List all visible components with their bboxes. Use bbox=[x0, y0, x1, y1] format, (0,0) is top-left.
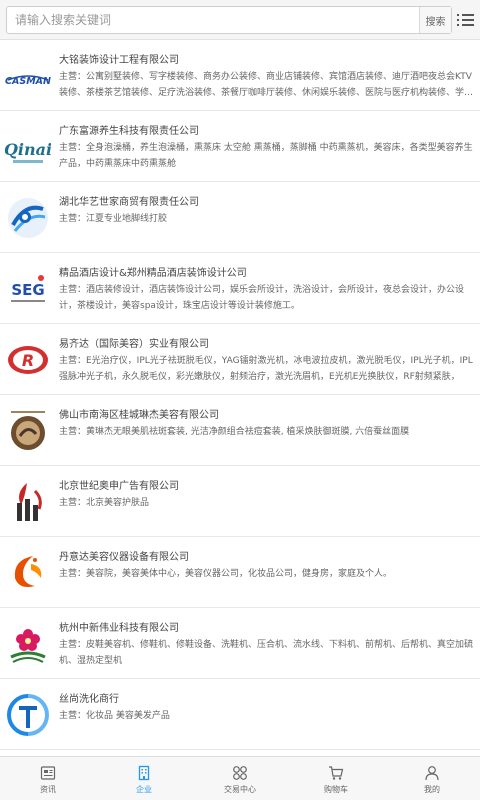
company-name: 北京世纪奥申广告有限公司 bbox=[59, 481, 179, 492]
yiqida-logo: R bbox=[5, 337, 51, 383]
company-item[interactable]: 丝尚洗化商行 主营：化妆品 美容美发产品 bbox=[0, 679, 480, 750]
company-desc: 主营：酒店装修设计，酒店装饰设计公司，娱乐会所设计，洗浴设计，会所设计，夜总会设… bbox=[59, 285, 465, 311]
company-desc: 主营：美容院，美容美体中心，美容仪器公司，化妆品公司，健身房，家庭及个人。 bbox=[59, 569, 393, 579]
menu-icon[interactable] bbox=[456, 10, 476, 30]
company-desc: 主营：皮鞋美容机、修鞋机、修鞋设备、洗鞋机、压合机、流水线、下料机、前帮机、后帮… bbox=[59, 640, 473, 666]
company-name: 精品酒店设计&郑州精品酒店装饰设计公司 bbox=[59, 268, 247, 279]
qinai-logo: Qinai bbox=[5, 124, 51, 170]
tab-cart[interactable]: 购物车 bbox=[288, 757, 384, 800]
company-item[interactable]: R 易齐达（国际美容）实业有限公司 主营：E光治疗仪，IPL光子祛斑脱毛仪，YA… bbox=[0, 324, 480, 395]
linjie-logo bbox=[5, 408, 51, 454]
company-desc: 主营：公寓别墅装修、写字楼装修、商务办公装修、商业店铺装修、宾馆酒店装修、迪厅酒… bbox=[59, 72, 473, 98]
company-name: 广东富源养生科技有限责任公司 bbox=[59, 126, 199, 137]
cart-icon bbox=[329, 766, 344, 780]
bottom-tab-bar: 资讯 企业 交易中心 购物车 我的 bbox=[0, 756, 480, 800]
search-input[interactable] bbox=[7, 7, 421, 33]
casman-logo: CASMAN bbox=[5, 53, 51, 99]
svg-text:Qinai: Qinai bbox=[5, 140, 51, 159]
company-desc: 主营：黄琳杰无眼美肌祛斑套装, 光洁净颜组合祛痘套装, 植采焕肤御斑膜, 六倍蚕… bbox=[59, 427, 410, 437]
danyida-logo bbox=[5, 550, 51, 596]
tab-label: 购物车 bbox=[324, 785, 348, 794]
zhongxin-logo bbox=[5, 621, 51, 667]
company-name: 佛山市南海区桂城琳杰美容有限公司 bbox=[59, 410, 219, 421]
svg-text:CASMAN: CASMAN bbox=[5, 76, 51, 87]
company-item[interactable]: SEG 精品酒店设计&郑州精品酒店装饰设计公司 主营：酒店装修设计，酒店装饰设计… bbox=[0, 253, 480, 324]
company-item[interactable]: 杭州中新伟业科技有限公司 主营：皮鞋美容机、修鞋机、修鞋设备、洗鞋机、压合机、流… bbox=[0, 608, 480, 679]
search-button[interactable]: 搜索 bbox=[419, 7, 451, 33]
svg-text:R: R bbox=[22, 351, 34, 370]
news-icon bbox=[40, 766, 56, 780]
company-name: 易齐达（国际美容）实业有限公司 bbox=[59, 339, 209, 350]
tab-enterprise[interactable]: 企业 bbox=[96, 757, 192, 800]
company-desc: 主营：江夏专业地脚线打胶 bbox=[59, 214, 168, 224]
svg-text:SEG: SEG bbox=[11, 281, 44, 299]
user-icon bbox=[425, 766, 439, 781]
company-desc: 主营：北京美容护肤品 bbox=[59, 498, 150, 508]
tab-news[interactable]: 资讯 bbox=[0, 757, 96, 800]
company-desc: 主营：化妆品 美容美发产品 bbox=[59, 711, 170, 721]
company-item[interactable]: Qinai 广东富源养生科技有限责任公司 主营：全身泡澡桶，养生泡澡桶，熏蒸床 … bbox=[0, 111, 480, 182]
company-item[interactable]: 丹意达美容仪器设备有限公司 主营：美容院，美容美体中心，美容仪器公司，化妆品公司… bbox=[0, 537, 480, 608]
company-list: CASMAN 大铭装饰设计工程有限公司 主营：公寓别墅装修、写字楼装修、商务办公… bbox=[0, 40, 480, 756]
tab-trading-center[interactable]: 交易中心 bbox=[192, 757, 288, 800]
company-name: 大铭装饰设计工程有限公司 bbox=[59, 55, 179, 66]
company-item[interactable]: CASMAN 大铭装饰设计工程有限公司 主营：公寓别墅装修、写字楼装修、商务办公… bbox=[0, 40, 480, 111]
company-name: 湖北华艺世家商贸有限责任公司 bbox=[59, 197, 199, 208]
huayi-logo bbox=[5, 195, 51, 241]
tab-label: 企业 bbox=[136, 785, 152, 794]
tab-label: 资讯 bbox=[40, 785, 56, 794]
company-item[interactable]: 佛山市南海区桂城琳杰美容有限公司 主营：黄琳杰无眼美肌祛斑套装, 光洁净颜组合祛… bbox=[0, 395, 480, 466]
aoshen-logo bbox=[5, 479, 51, 525]
grid-icon bbox=[233, 766, 247, 780]
sishang-logo bbox=[5, 692, 51, 738]
search-box: 搜索 bbox=[6, 6, 452, 34]
tab-mine[interactable]: 我的 bbox=[384, 757, 480, 800]
company-desc: 主营：全身泡澡桶，养生泡澡桶，熏蒸床 太空舱 熏蒸桶，蒸脚桶 中药熏蒸机，美容床… bbox=[59, 143, 473, 169]
company-name: 丝尚洗化商行 bbox=[59, 694, 119, 705]
company-item[interactable]: 湖北华艺世家商贸有限责任公司 主营：江夏专业地脚线打胶 bbox=[0, 182, 480, 253]
seg-logo: SEG bbox=[5, 266, 51, 312]
tab-label: 我的 bbox=[424, 785, 440, 794]
company-desc: 主营：E光治疗仪，IPL光子祛斑脱毛仪，YAG镭射激光机，冰电波拉皮机，激光脱毛… bbox=[59, 356, 473, 382]
company-item[interactable]: 北京世纪奥申广告有限公司 主营：北京美容护肤品 bbox=[0, 466, 480, 537]
search-bar: 搜索 bbox=[0, 0, 480, 40]
building-icon bbox=[138, 765, 150, 781]
company-name: 杭州中新伟业科技有限公司 bbox=[59, 623, 179, 634]
tab-label: 交易中心 bbox=[224, 785, 256, 794]
company-name: 丹意达美容仪器设备有限公司 bbox=[59, 552, 189, 563]
